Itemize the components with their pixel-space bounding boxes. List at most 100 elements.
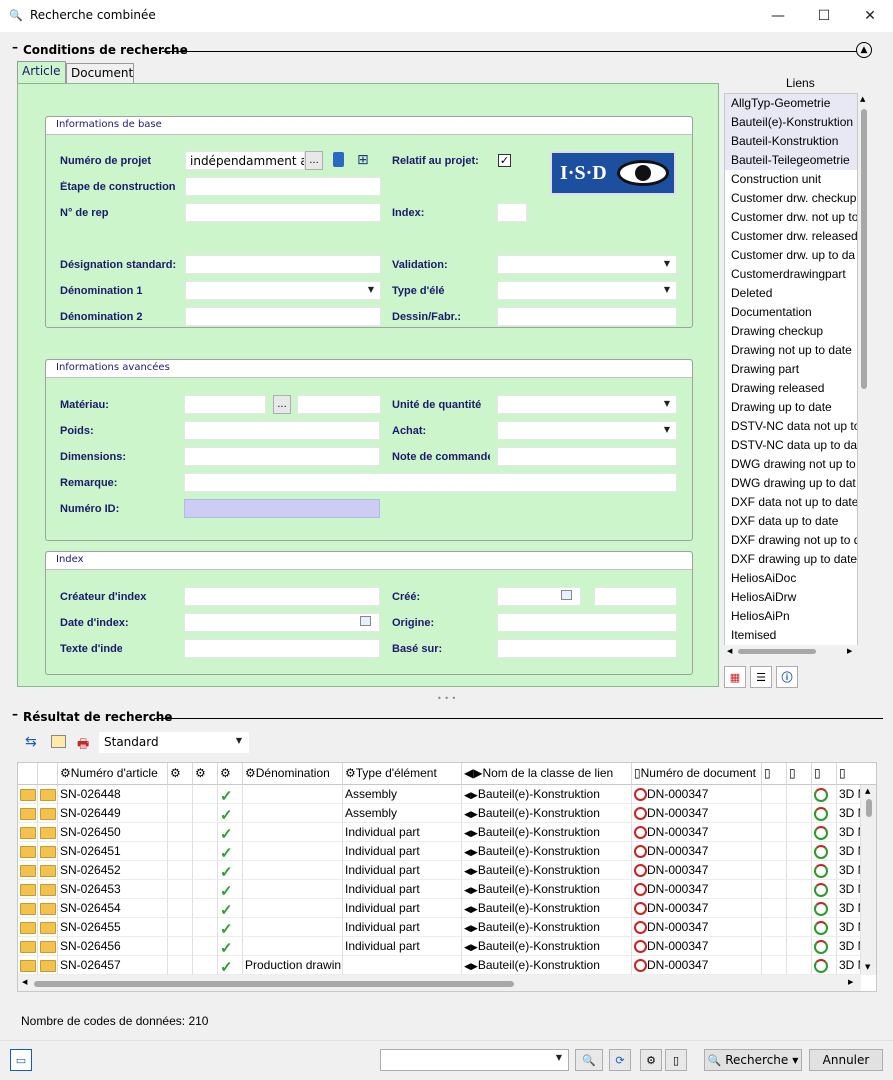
liens-item[interactable]: DXF data up to date <box>725 512 857 531</box>
window-mode-icon[interactable]: ▭ <box>10 1049 32 1071</box>
network-icon[interactable]: ⊞ <box>357 152 369 168</box>
relatif-checkbox[interactable]: ✓ <box>498 154 511 167</box>
liens-item[interactable]: Bauteil-Konstruktion <box>725 132 857 151</box>
cell-type[interactable]: Individual part <box>343 823 462 842</box>
cell-doc[interactable]: DN-000347 <box>632 785 762 804</box>
table-view-icon[interactable]: ▦ <box>724 666 746 688</box>
col-gear-1[interactable]: ⚙ <box>168 763 193 785</box>
cell-3d[interactable]: 3D M <box>837 899 861 918</box>
cell-numero[interactable]: SN-026457 <box>58 956 168 975</box>
cell-link[interactable]: ◀▶Bauteil(e)-Konstruktion <box>462 785 632 804</box>
grid-hscrollbar[interactable]: ◀ ▶ <box>18 975 861 991</box>
document-search-icon[interactable]: ▯ <box>665 1049 687 1071</box>
cell-type[interactable]: Assembly <box>343 785 462 804</box>
validation-dropdown[interactable] <box>497 255 677 274</box>
cell-numero[interactable]: SN-026451 <box>58 842 168 861</box>
scroll-thumb[interactable] <box>866 799 872 817</box>
col-doc[interactable]: ▯Numéro de document <box>632 763 762 785</box>
cell-link[interactable]: ◀▶Bauteil(e)-Konstruktion <box>462 899 632 918</box>
folder-icon[interactable] <box>38 842 58 861</box>
liens-item[interactable]: DWG drawing up to dat <box>725 474 857 493</box>
cell-link[interactable]: ◀▶Bauteil(e)-Konstruktion <box>462 861 632 880</box>
view-select[interactable]: Standard <box>99 732 249 753</box>
liens-item[interactable]: HeliosAiDoc <box>725 569 857 588</box>
cell-doc[interactable]: DN-000347 <box>632 842 762 861</box>
cell-doc[interactable]: DN-000347 <box>632 880 762 899</box>
liens-item[interactable]: AllgTyp-Geometrie <box>725 94 857 113</box>
liens-item[interactable]: Bauteil(e)-Konstruktion <box>725 113 857 132</box>
liens-item[interactable]: Customerdrawingpart <box>725 265 857 284</box>
col-type[interactable]: ⚙Type d'élément <box>343 763 462 785</box>
col-gear-3[interactable]: ⚙ <box>218 763 243 785</box>
scroll-left-icon[interactable]: ◀ <box>22 978 27 986</box>
cell-denom[interactable] <box>243 880 343 899</box>
cell-3d[interactable]: 3D M <box>837 937 861 956</box>
cell-numero[interactable]: SN-026456 <box>58 937 168 956</box>
liens-item[interactable]: Drawing part <box>725 360 857 379</box>
cell-3d[interactable]: 3D M <box>837 880 861 899</box>
col-denom[interactable]: ⚙Dénomination <box>243 763 343 785</box>
col-doc-icon-1[interactable]: ▯ <box>762 763 787 785</box>
maximize-button[interactable]: ☐ <box>801 0 847 32</box>
lock-folder-icon[interactable] <box>18 899 38 918</box>
saved-search-dropdown[interactable] <box>380 1049 569 1071</box>
info-icon[interactable]: ⓘ <box>776 666 798 688</box>
collapse-dash-icon[interactable]: – <box>12 707 18 721</box>
folder-icon[interactable] <box>38 804 58 823</box>
liens-list[interactable]: AllgTyp-Geometrie Bauteil(e)-Konstruktion… <box>724 93 858 659</box>
cell-type[interactable]: Individual part <box>343 918 462 937</box>
type-dropdown[interactable] <box>497 281 677 300</box>
scroll-up-icon[interactable]: ▲ <box>865 787 870 795</box>
lock-folder-icon[interactable] <box>18 918 38 937</box>
liens-item[interactable]: Customer drw. up to da <box>725 246 857 265</box>
cell-type[interactable]: Individual part <box>343 899 462 918</box>
cell-3d[interactable]: 3D M <box>837 804 861 823</box>
cell-link[interactable]: ◀▶Bauteil(e)-Konstruktion <box>462 937 632 956</box>
liens-item[interactable]: Drawing checkup <box>725 322 857 341</box>
poids-field[interactable] <box>184 421 380 440</box>
cell-denom[interactable] <box>243 842 343 861</box>
scroll-thumb[interactable] <box>861 109 867 389</box>
cell-numero[interactable]: SN-026448 <box>58 785 168 804</box>
liens-scrollbar[interactable]: ▲ ▼ <box>858 93 870 659</box>
refresh-icon[interactable]: ⟳ <box>609 1049 631 1071</box>
folder-icon[interactable] <box>38 823 58 842</box>
liens-item[interactable]: Documentation <box>725 303 857 322</box>
lock-folder-icon[interactable] <box>18 785 38 804</box>
liens-item[interactable]: Construction unit <box>725 170 857 189</box>
denom2-field[interactable] <box>185 307 381 326</box>
cell-link[interactable]: ◀▶Bauteil(e)-Konstruktion <box>462 842 632 861</box>
liens-item[interactable]: HeliosAiDrw <box>725 588 857 607</box>
scroll-right-icon[interactable]: ▶ <box>847 647 852 655</box>
liens-hscrollbar[interactable]: ◀ ▶ <box>724 645 870 659</box>
cell-type[interactable]: Individual part <box>343 861 462 880</box>
materiau-browse-button[interactable]: ... <box>273 395 291 414</box>
denom1-dropdown[interactable] <box>185 281 381 300</box>
unite-dropdown[interactable] <box>497 395 677 414</box>
cancel-button[interactable]: Annuler <box>809 1049 883 1071</box>
scroll-h-thumb[interactable] <box>34 981 514 987</box>
folder-icon[interactable] <box>38 861 58 880</box>
splitter-handle[interactable]: • • • <box>437 694 456 703</box>
folder-icon[interactable] <box>38 785 58 804</box>
liens-item[interactable]: DXF data not up to date <box>725 493 857 512</box>
liens-item[interactable]: DSTV-NC data not up to <box>725 417 857 436</box>
lock-folder-icon[interactable] <box>18 823 38 842</box>
lock-folder-icon[interactable] <box>18 956 38 975</box>
cell-doc[interactable]: DN-000347 <box>632 823 762 842</box>
cell-link[interactable]: ◀▶Bauteil(e)-Konstruktion <box>462 823 632 842</box>
print-icon[interactable]: 🖶 <box>77 735 89 757</box>
cell-numero[interactable]: SN-026449 <box>58 804 168 823</box>
image-export-icon[interactable] <box>51 735 66 748</box>
cell-link[interactable]: ◀▶Bauteil(e)-Konstruktion <box>462 880 632 899</box>
close-button[interactable]: ✕ <box>847 0 893 32</box>
texte-field[interactable] <box>184 639 380 658</box>
folder-icon[interactable] <box>38 937 58 956</box>
liens-item[interactable]: Deleted <box>725 284 857 303</box>
note-field[interactable] <box>497 447 677 466</box>
cell-doc[interactable]: DN-000347 <box>632 804 762 823</box>
lock-folder-icon[interactable] <box>18 842 38 861</box>
cell-numero[interactable]: SN-026455 <box>58 918 168 937</box>
calendar-icon[interactable] <box>360 616 371 626</box>
folder-icon[interactable] <box>38 899 58 918</box>
